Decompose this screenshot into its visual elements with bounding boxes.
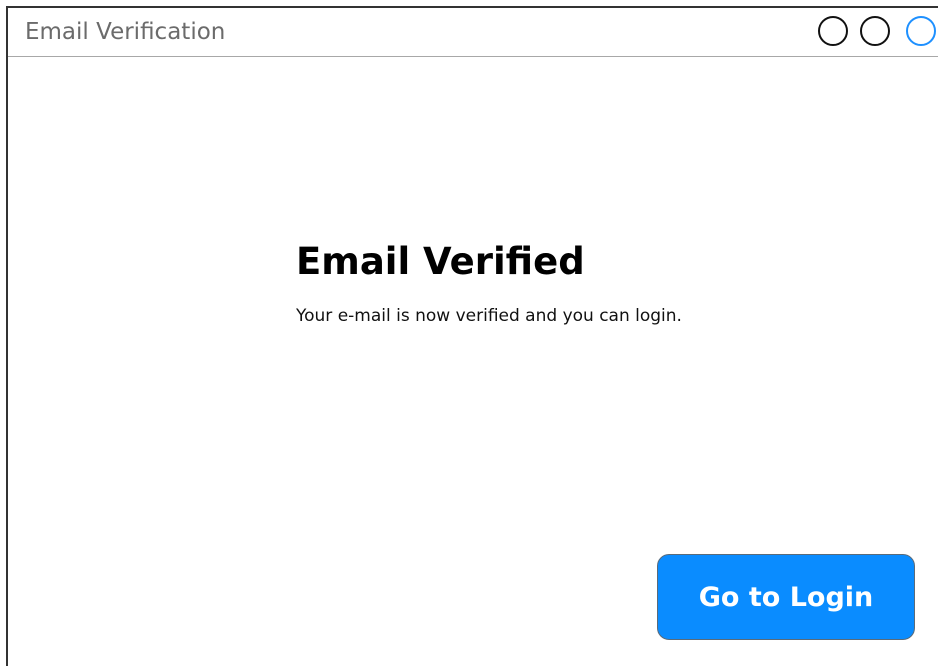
- title-bar: Email Verification: [8, 8, 938, 57]
- maximize-icon[interactable]: [860, 16, 890, 46]
- page-title: Email Verified: [296, 240, 585, 283]
- window-controls: [818, 16, 938, 50]
- verification-message: Your e-mail is now verified and you can …: [296, 306, 682, 326]
- window-title: Email Verification: [25, 19, 226, 45]
- close-icon[interactable]: [906, 16, 936, 46]
- go-to-login-button[interactable]: Go to Login: [657, 554, 915, 640]
- minimize-icon[interactable]: [818, 16, 848, 46]
